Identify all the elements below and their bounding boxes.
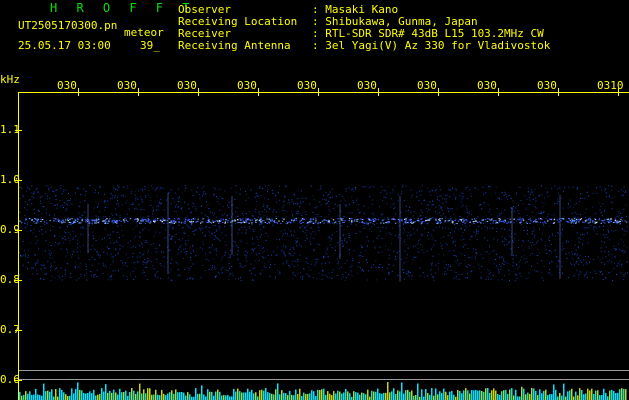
spectrogram xyxy=(15,88,629,400)
noise-field xyxy=(19,185,628,282)
signal-level-bars xyxy=(19,382,627,400)
